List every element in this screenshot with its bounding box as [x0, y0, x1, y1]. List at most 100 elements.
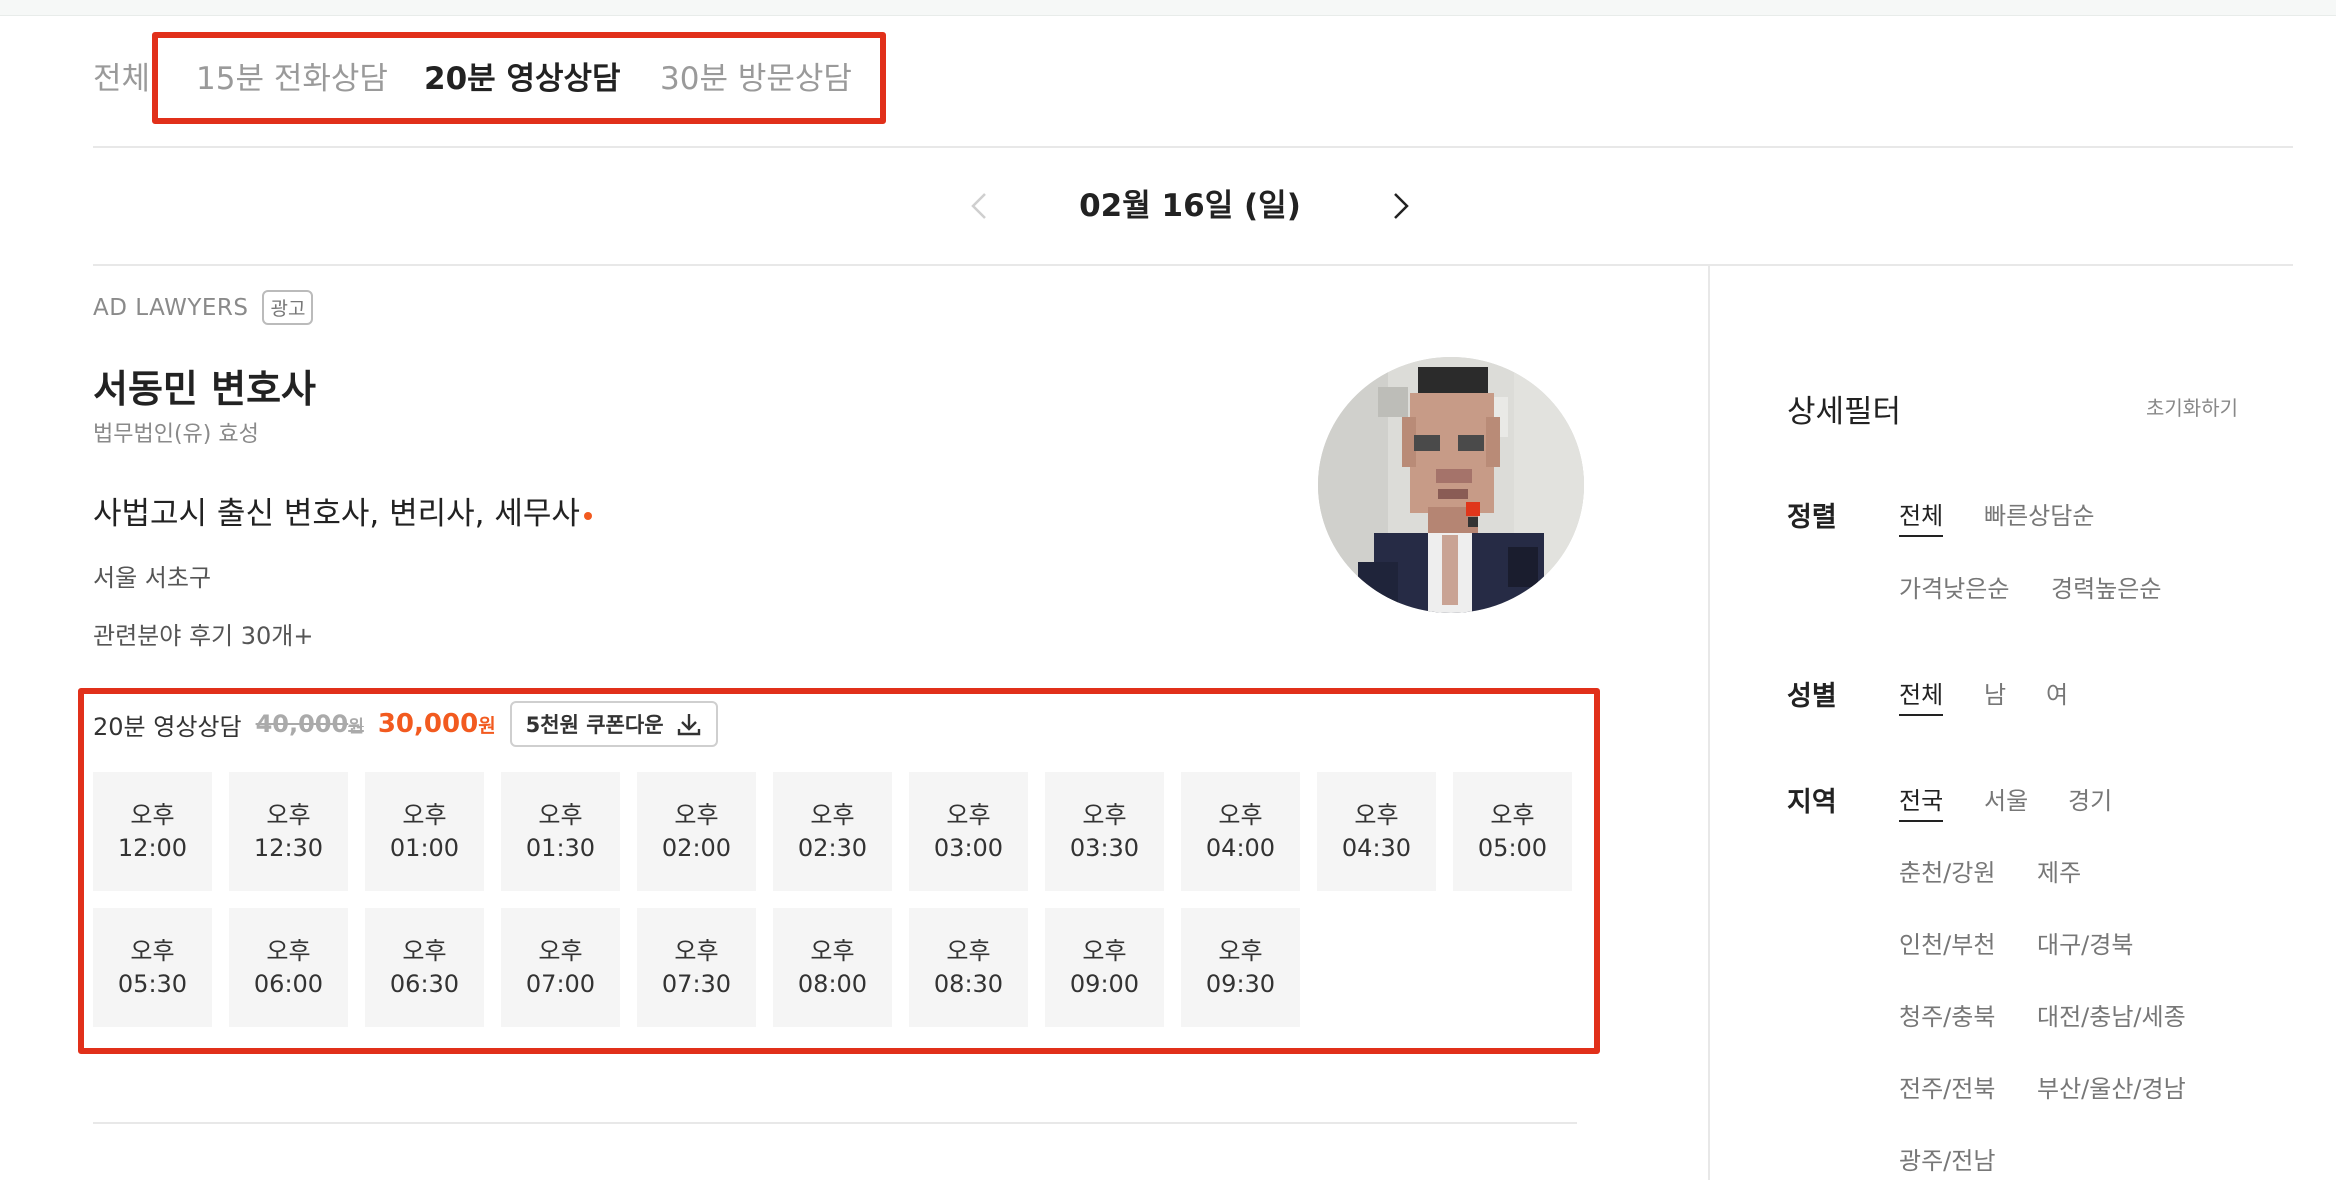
time-slot-period: 오후: [130, 800, 175, 829]
headline-text: 사법고시 출신 변호사, 변리사, 세무사: [93, 496, 580, 532]
time-slot[interactable]: 오후 03:30: [1045, 772, 1164, 891]
region-option-nationwide[interactable]: 전국: [1899, 781, 1944, 822]
time-slot-period: 오후: [1218, 800, 1263, 829]
time-slot[interactable]: 오후 09:30: [1181, 908, 1300, 1027]
tab-visit-30[interactable]: 30분 방문상담: [660, 52, 852, 106]
time-slot-period: 오후: [402, 800, 447, 829]
time-slot[interactable]: 오후 02:30: [773, 772, 892, 891]
time-slot[interactable]: 오후 08:00: [773, 908, 892, 1027]
lawyer-name[interactable]: 서동민 변호사: [93, 358, 316, 413]
time-slot-time: 03:00: [933, 833, 1004, 862]
time-slot[interactable]: 오후 05:30: [93, 908, 212, 1027]
region-option-incheon[interactable]: 인천/부천: [1899, 925, 1995, 960]
region-option-jeju[interactable]: 제주: [2037, 853, 2081, 888]
time-slot[interactable]: 오후 04:30: [1317, 772, 1436, 891]
region-option-jeonju[interactable]: 전주/전북: [1899, 1069, 1995, 1104]
time-slot[interactable]: 오후 12:00: [93, 772, 212, 891]
time-slot-time: 07:00: [525, 969, 596, 998]
time-slot-period: 오후: [946, 936, 991, 965]
time-slot-time: 02:00: [661, 833, 732, 862]
filter-label-gender: 성별: [1787, 681, 1837, 712]
time-slot-time: 05:00: [1477, 833, 1548, 862]
filter-label-region: 지역: [1787, 787, 1837, 818]
gender-option-female[interactable]: 여: [2046, 675, 2068, 710]
time-slot-period: 오후: [266, 800, 311, 829]
time-slot[interactable]: 오후 12:30: [229, 772, 348, 891]
region-option-chuncheon[interactable]: 춘천/강원: [1899, 853, 1995, 888]
time-slot-time: 07:30: [661, 969, 732, 998]
time-slot[interactable]: 오후 01:00: [365, 772, 484, 891]
time-slot[interactable]: 오후 07:00: [501, 908, 620, 1027]
region-option-daegu[interactable]: 대구/경북: [2037, 925, 2133, 960]
lawyer-firm: 법무법인(유) 효성: [93, 422, 259, 447]
discount-price-unit: 원: [478, 715, 496, 737]
original-price-unit: 원: [348, 717, 364, 737]
time-slot[interactable]: 오후 06:00: [229, 908, 348, 1027]
region-option-gwangju[interactable]: 광주/전남: [1899, 1141, 1995, 1176]
tab-phone-15[interactable]: 15분 전화상담: [196, 52, 388, 106]
time-slot-period: 오후: [674, 800, 719, 829]
lawyer-location: 서울 서초구: [93, 564, 212, 592]
original-price-value: 40,000: [255, 710, 349, 738]
sort-option-career-high[interactable]: 경력높은순: [2051, 569, 2161, 604]
time-slot[interactable]: 오후 08:30: [909, 908, 1028, 1027]
region-option-seoul[interactable]: 서울: [1984, 781, 2028, 816]
time-slot-period: 오후: [1218, 936, 1263, 965]
avatar[interactable]: [1318, 357, 1584, 613]
date-navigator: 02월 16일 (일): [940, 176, 1440, 236]
time-slot-period: 오후: [810, 800, 855, 829]
region-option-cheongju[interactable]: 청주/충북: [1899, 997, 1995, 1032]
time-slot[interactable]: 오후 09:00: [1045, 908, 1164, 1027]
region-option-daejeon[interactable]: 대전/충남/세종: [2037, 997, 2186, 1032]
region-option-busan[interactable]: 부산/울산/경남: [2037, 1069, 2186, 1104]
time-slot-period: 오후: [130, 936, 175, 965]
time-slot-time: 01:30: [525, 833, 596, 862]
top-bar: [0, 0, 2336, 16]
gender-option-male[interactable]: 남: [1984, 675, 2006, 710]
divider: [93, 146, 2293, 148]
time-slot-period: 오후: [402, 936, 447, 965]
region-option-gyeonggi[interactable]: 경기: [2068, 781, 2112, 816]
time-slot-time: 08:30: [933, 969, 1004, 998]
discount-price-value: 30,000: [377, 709, 479, 739]
lawyer-reviews: 관련분야 후기 30개+: [93, 622, 314, 650]
time-slot-period: 오후: [1082, 936, 1127, 965]
ad-badge: 광고: [262, 290, 314, 325]
ad-header: AD LAWYERS 광고: [93, 290, 314, 325]
time-slot-period: 오후: [946, 800, 991, 829]
time-slot-period: 오후: [810, 936, 855, 965]
time-slot[interactable]: 오후 03:00: [909, 772, 1028, 891]
download-icon: [677, 714, 700, 736]
time-slot-time: 06:00: [253, 969, 324, 998]
sort-option-price-low[interactable]: 가격낮은순: [1899, 569, 2009, 604]
original-price: 40,000원: [256, 710, 364, 738]
coupon-label: 5천원 쿠폰다운: [525, 713, 664, 737]
sort-option-fastest[interactable]: 빠른상담순: [1984, 496, 2094, 531]
time-slot[interactable]: 오후 02:00: [637, 772, 756, 891]
time-slot-time: 12:00: [117, 833, 188, 862]
chevron-right-icon[interactable]: [1380, 186, 1420, 226]
time-slot-time: 06:30: [389, 969, 460, 998]
sort-option-all[interactable]: 전체: [1899, 496, 1944, 537]
time-slot-period: 오후: [266, 936, 311, 965]
time-slot-time: 12:30: [253, 833, 324, 862]
time-slot-time: 02:30: [797, 833, 868, 862]
chevron-left-icon[interactable]: [960, 186, 1000, 226]
consult-price-row: 20분 영상상담 40,000원 30,000원 5천원 쿠폰다운: [93, 700, 718, 748]
filter-label-sort: 정렬: [1787, 502, 1837, 533]
time-slot-time: 04:30: [1341, 833, 1412, 862]
time-slot[interactable]: 오후 04:00: [1181, 772, 1300, 891]
coupon-download-button[interactable]: 5천원 쿠폰다운: [509, 701, 718, 747]
time-slot[interactable]: 오후 06:30: [365, 908, 484, 1027]
time-slot[interactable]: 오후 07:30: [637, 908, 756, 1027]
tab-video-20[interactable]: 20분 영상상담: [424, 52, 621, 106]
time-slot[interactable]: 오후 05:00: [1453, 772, 1572, 891]
gender-option-all[interactable]: 전체: [1899, 675, 1944, 716]
divider: [93, 264, 2293, 266]
time-slot-time: 03:30: [1069, 833, 1140, 862]
time-slot[interactable]: 오후 01:30: [501, 772, 620, 891]
filter-reset-link[interactable]: 초기화하기: [2146, 392, 2238, 421]
tab-all[interactable]: 전체: [93, 52, 150, 106]
divider: [93, 1122, 1577, 1124]
time-slot-period: 오후: [538, 800, 583, 829]
